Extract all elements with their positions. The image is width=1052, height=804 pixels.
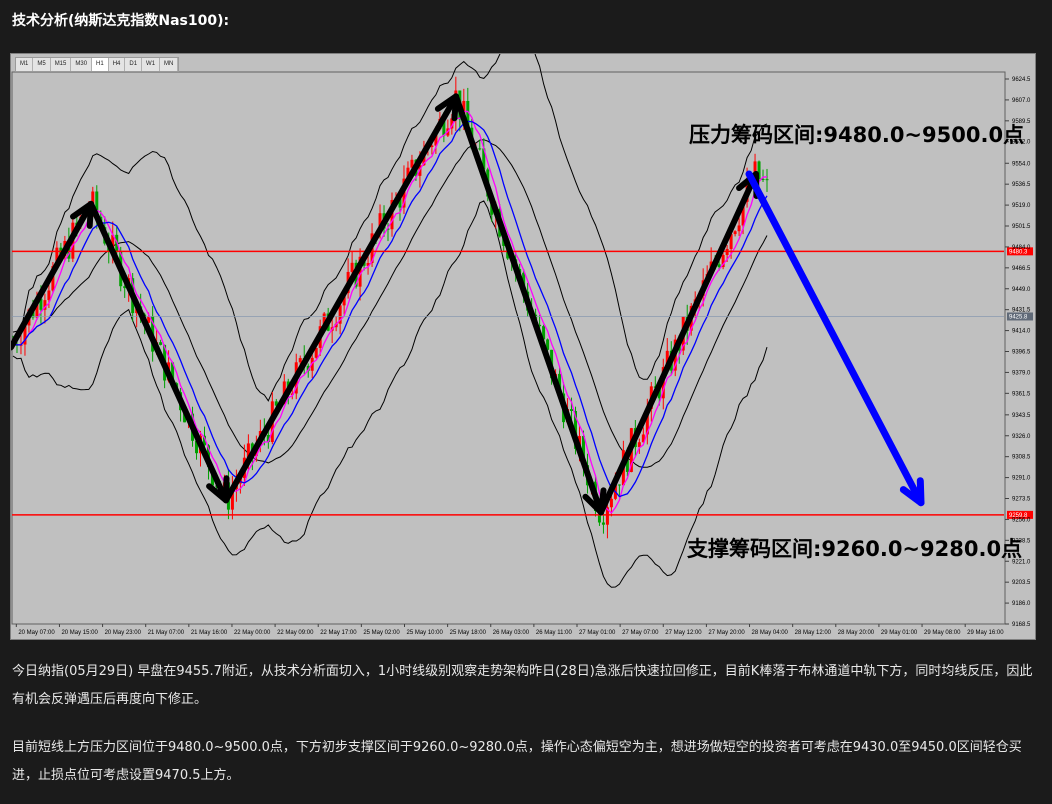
timeframe-toolbar: M1 M5 M15 M30 H1 H4 D1 W1 MN bbox=[15, 57, 180, 72]
candle-body bbox=[609, 498, 613, 508]
price-tick-label: 9431.5 bbox=[1012, 308, 1031, 314]
timeframe-m5-button[interactable]: M5 bbox=[33, 58, 51, 71]
chart-canvas: 9480.39259.89425.8 9624.59607.09589.5957… bbox=[11, 54, 1033, 636]
analysis-paragraph-1: 今日纳指(05月29日) 早盘在9455.7附近，从技术分析面切入，1小时线级别… bbox=[12, 664, 1033, 707]
current-price-tag-label: 9425.8 bbox=[1009, 314, 1028, 320]
price-chart[interactable]: 9480.3 9259.8 9425.8 9624.5 9607.0 9589.5 957… bbox=[10, 53, 1036, 640]
time-tick-label: 27 May 20:00 bbox=[708, 630, 745, 636]
price-tick-label: 9273.5 bbox=[1012, 497, 1031, 503]
candle-body bbox=[478, 148, 482, 150]
candle-body bbox=[717, 264, 721, 268]
price-tick-label: 9308.5 bbox=[1012, 455, 1031, 461]
price-tick-label: 9326.0 bbox=[1012, 434, 1031, 440]
price-tick-label: 9607.0 bbox=[1012, 98, 1031, 104]
time-tick-label: 28 May 20:00 bbox=[838, 630, 875, 636]
candle-body bbox=[601, 522, 605, 525]
support-label: 支撑筹码区间:9260.0~9280.0点 bbox=[687, 537, 1022, 561]
price-tick-label: 9203.5 bbox=[1012, 580, 1031, 586]
time-tick-label: 20 May 07:00 bbox=[18, 630, 55, 636]
time-tick-label: 20 May 23:00 bbox=[105, 630, 142, 636]
price-tick-label: 9501.5 bbox=[1012, 224, 1031, 230]
timeframe-h1-button[interactable]: H1 bbox=[92, 58, 109, 71]
timeframe-h4-button[interactable]: H4 bbox=[109, 58, 126, 71]
candle-body bbox=[617, 484, 621, 486]
timeframe-mn-button[interactable]: MN bbox=[160, 58, 179, 71]
price-tick-label: 9343.5 bbox=[1012, 413, 1031, 419]
time-tick-label: 26 May 11:00 bbox=[536, 630, 573, 636]
price-tick-label: 9379.0 bbox=[1012, 370, 1031, 376]
time-tick-label: 22 May 17:00 bbox=[320, 630, 357, 636]
price-tick-label: 9624.5 bbox=[1012, 77, 1031, 83]
candle-body bbox=[765, 179, 769, 181]
time-tick-label: 29 May 08:00 bbox=[924, 630, 961, 636]
time-tick-label: 20 May 15:00 bbox=[61, 630, 98, 636]
candle-body bbox=[350, 262, 354, 272]
time-tick-label: 26 May 03:00 bbox=[493, 630, 530, 636]
time-tick-label: 22 May 09:00 bbox=[277, 630, 314, 636]
time-tick-label: 25 May 18:00 bbox=[450, 630, 487, 636]
price-tick-label: 9361.5 bbox=[1012, 391, 1031, 397]
price-tick-label: 9256.0 bbox=[1012, 517, 1031, 523]
price-tick-label: 9554.0 bbox=[1012, 161, 1031, 167]
time-tick-label: 29 May 16:00 bbox=[967, 630, 1004, 636]
time-tick-label: 22 May 00:00 bbox=[234, 630, 271, 636]
timeframe-m30-button[interactable]: M30 bbox=[71, 58, 93, 71]
timeframe-m15-button[interactable]: M15 bbox=[51, 58, 72, 71]
time-tick-label: 21 May 07:00 bbox=[148, 630, 185, 636]
candle-body bbox=[298, 358, 302, 363]
price-tick-label: 9536.5 bbox=[1012, 182, 1031, 188]
timeframe-d1-button[interactable]: D1 bbox=[125, 58, 143, 71]
price-tick-label: 9449.0 bbox=[1012, 287, 1031, 293]
timeframe-m1-button[interactable]: M1 bbox=[16, 58, 34, 71]
page-title: 技术分析(纳斯达克指数Nas100): bbox=[12, 13, 230, 29]
candle-body bbox=[733, 231, 737, 235]
time-tick-label: 25 May 10:00 bbox=[406, 630, 443, 636]
time-tick-label: 29 May 01:00 bbox=[881, 630, 918, 636]
analysis-paragraph-2: 目前短线上方压力区间位于9480.0~9500.0点，下方初步支撑区间于9260… bbox=[12, 740, 1022, 783]
price-tick-label: 9168.5 bbox=[1012, 622, 1031, 628]
time-axis: 20 May 07:00 20 May 15:00 20 May 23:00 21 M… bbox=[15, 624, 1004, 636]
time-tick-label: 27 May 07:00 bbox=[622, 630, 659, 636]
resistance-label: 压力筹码区间:9480.0~9500.0点 bbox=[689, 123, 1024, 147]
time-tick-label: 28 May 04:00 bbox=[752, 630, 789, 636]
price-tick-label: 9414.0 bbox=[1012, 329, 1031, 335]
candle-body bbox=[47, 290, 51, 301]
time-tick-label: 28 May 12:00 bbox=[795, 630, 832, 636]
time-tick-label: 27 May 01:00 bbox=[579, 630, 616, 636]
price-tick-label: 9519.0 bbox=[1012, 203, 1031, 209]
price-tick-label: 9396.5 bbox=[1012, 350, 1031, 356]
time-tick-label: 27 May 12:00 bbox=[665, 630, 702, 636]
timeframe-w1-button[interactable]: W1 bbox=[142, 58, 161, 71]
price-tick-label: 9484.0 bbox=[1012, 245, 1031, 251]
candle-body bbox=[570, 409, 574, 412]
price-tick-label: 9291.0 bbox=[1012, 476, 1031, 482]
time-tick-label: 21 May 16:00 bbox=[191, 630, 228, 636]
time-tick-label: 25 May 02:00 bbox=[363, 630, 400, 636]
price-tick-label: 9186.0 bbox=[1012, 601, 1031, 607]
price-tick-label: 9466.5 bbox=[1012, 266, 1031, 272]
candle-body bbox=[737, 225, 741, 232]
candle-body bbox=[159, 342, 163, 345]
